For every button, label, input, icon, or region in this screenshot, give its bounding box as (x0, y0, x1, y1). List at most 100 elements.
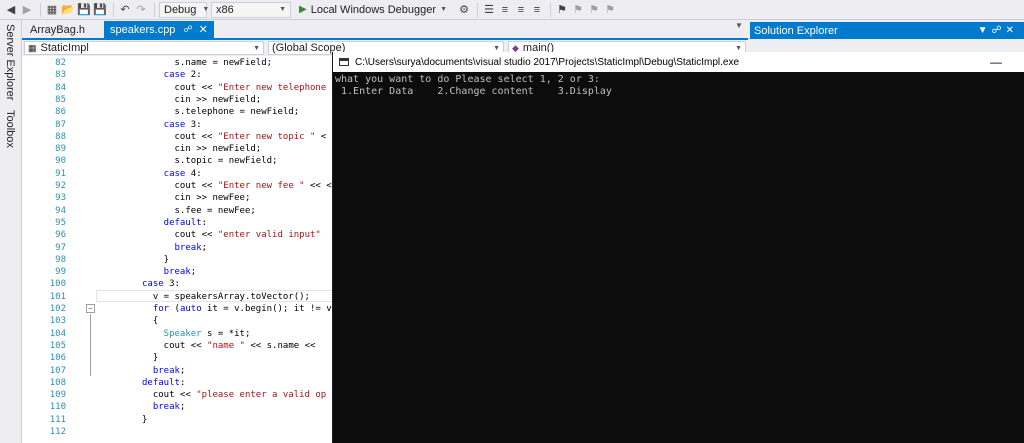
chevron-down-icon: ▼ (735, 44, 742, 52)
line-number: 102 (49, 304, 66, 314)
console-line: 1.Enter Data 2.Change content 3.Display (335, 86, 612, 97)
line-number: 103 (49, 316, 66, 327)
line-number: 96 (55, 230, 66, 241)
back-icon[interactable]: ◀ (4, 2, 18, 18)
chevron-down-icon: ▼ (279, 6, 286, 13)
code-line[interactable]: cin >> newFee; (175, 193, 251, 203)
tab-arraybag[interactable]: ArrayBag.h (24, 21, 91, 38)
code-line[interactable]: cin >> newField; (175, 144, 262, 154)
comment-icon[interactable]: ≡ (514, 2, 528, 18)
line-number: 92 (55, 181, 66, 191)
forward-icon[interactable]: ▶ (20, 2, 34, 18)
code-line[interactable]: case 2: (164, 70, 202, 80)
code-line[interactable]: cout << "Enter new telephone (175, 83, 327, 93)
configuration-value: Debug (164, 3, 197, 16)
collapse-icon[interactable]: − (86, 304, 95, 313)
code-line[interactable]: cout << "name " << s.name << (164, 341, 316, 351)
code-line[interactable]: break; (153, 366, 186, 376)
code-line[interactable]: s.telephone = newField; (175, 107, 300, 117)
tabs-dropdown-icon[interactable]: ▼ (735, 21, 743, 30)
close-icon[interactable]: ✕ (1006, 25, 1018, 36)
save-all-icon[interactable]: 💾 (93, 2, 107, 18)
outlining-margin (74, 56, 90, 443)
project-select[interactable]: ▦ StaticImpl ▼ (24, 41, 264, 55)
code-line[interactable]: case 3: (142, 279, 180, 289)
code-line[interactable]: s.name = newField; (175, 58, 273, 68)
new-project-icon[interactable]: ▦ (45, 2, 59, 18)
line-number: 87 (55, 119, 66, 130)
line-number: 112 (49, 427, 66, 437)
code-line[interactable]: case 4: (164, 169, 202, 179)
close-icon[interactable]: ✕ (199, 23, 208, 36)
console-output[interactable]: what you want to do Please select 1, 2 o… (333, 73, 1024, 443)
code-line[interactable]: s.topic = newField; (175, 156, 278, 166)
chevron-down-icon: ▼ (202, 6, 210, 13)
code-line[interactable]: cout << "enter valid input" (175, 230, 321, 240)
next-bookmark-icon[interactable]: ⚑ (587, 2, 601, 18)
console-app-icon (339, 58, 349, 66)
code-line[interactable]: } (153, 353, 158, 363)
redo-icon[interactable]: ↷ (134, 2, 148, 18)
play-icon: ▶ (299, 4, 307, 15)
line-number: 82 (55, 58, 66, 68)
uncomment-icon[interactable]: ≡ (530, 2, 544, 18)
tab-speakers[interactable]: speakers.cpp ☍ ✕ (104, 21, 214, 38)
save-icon[interactable]: 💾 (77, 2, 91, 18)
line-number: 109 (49, 390, 66, 401)
code-line[interactable]: for (auto it = v.begin(); it != v (153, 304, 332, 314)
toolbar-separator (154, 2, 155, 17)
code-line[interactable]: break; (164, 267, 197, 277)
chevron-down-icon[interactable]: ▼ (978, 25, 992, 36)
code-line[interactable]: cout << "Enter new topic " < (175, 132, 327, 142)
code-line[interactable]: case 3: (164, 120, 202, 130)
code-line[interactable]: default: (142, 378, 185, 388)
code-line[interactable]: } (142, 415, 147, 425)
platform-value: x86 (216, 3, 234, 16)
code-line[interactable]: cin >> newField; (175, 95, 262, 105)
console-titlebar[interactable]: C:\Users\surya\documents\visual studio 2… (333, 52, 1024, 72)
line-number: 106 (49, 353, 66, 364)
line-number: 99 (55, 267, 66, 278)
code-line[interactable]: Speaker s = *it; (164, 329, 251, 339)
start-debugging-button[interactable]: ▶ Local Windows Debugger ▼ (295, 2, 451, 18)
bookmark-icon[interactable]: ⚑ (555, 2, 569, 18)
line-number: 88 (55, 131, 66, 142)
clear-bookmarks-icon[interactable]: ⚑ (603, 2, 617, 18)
solution-explorer-title: Solution Explorer (754, 24, 838, 37)
console-window[interactable]: C:\Users\surya\documents\visual studio 2… (332, 52, 1024, 443)
code-line[interactable]: break; (153, 402, 186, 412)
configuration-select[interactable]: Debug ▼ (159, 1, 210, 18)
line-number: 93 (55, 193, 66, 204)
format-icon[interactable]: ☰ (482, 2, 496, 18)
code-line[interactable]: } (164, 255, 169, 265)
prev-bookmark-icon[interactable]: ⚑ (571, 2, 585, 18)
code-line[interactable]: s.fee = newFee; (175, 206, 256, 216)
code-line[interactable]: cout << "please enter a valid op (153, 390, 326, 400)
minimize-icon[interactable]: — (990, 55, 1002, 69)
attach-icon[interactable]: ⚙ (457, 2, 471, 18)
line-number: 105 (49, 340, 66, 351)
code-line[interactable]: break; (175, 243, 208, 253)
open-file-icon[interactable]: 📂 (61, 2, 75, 18)
line-number: 86 (55, 107, 66, 118)
code-line[interactable]: default: (164, 218, 207, 228)
line-number: 83 (55, 70, 66, 81)
toolbar-separator (477, 2, 478, 17)
line-number: 101 (49, 291, 66, 302)
undo-icon[interactable]: ↶ (118, 2, 132, 18)
code-line[interactable]: { (153, 316, 158, 326)
code-line[interactable]: v = speakersArray.toVector(); (153, 292, 310, 302)
server-explorer-tab[interactable]: Server Explorer (4, 24, 16, 100)
platform-select[interactable]: x86 ▼ (211, 1, 291, 18)
outline-guide (90, 314, 91, 376)
indent-icon[interactable]: ≡ (498, 2, 512, 18)
line-number: 107 (49, 365, 66, 376)
solution-explorer-header[interactable]: Solution Explorer ▼☍✕ (750, 22, 1024, 39)
line-number: 104 (49, 328, 66, 339)
pin-icon[interactable]: ☍ (183, 24, 192, 35)
project-value: StaticImpl (40, 42, 89, 54)
tab-label: ArrayBag.h (30, 23, 86, 36)
toolbox-tab[interactable]: Toolbox (4, 110, 16, 148)
pin-icon[interactable]: ☍ (991, 25, 1005, 36)
code-line[interactable]: cout << "Enter new fee " << < (175, 181, 332, 191)
